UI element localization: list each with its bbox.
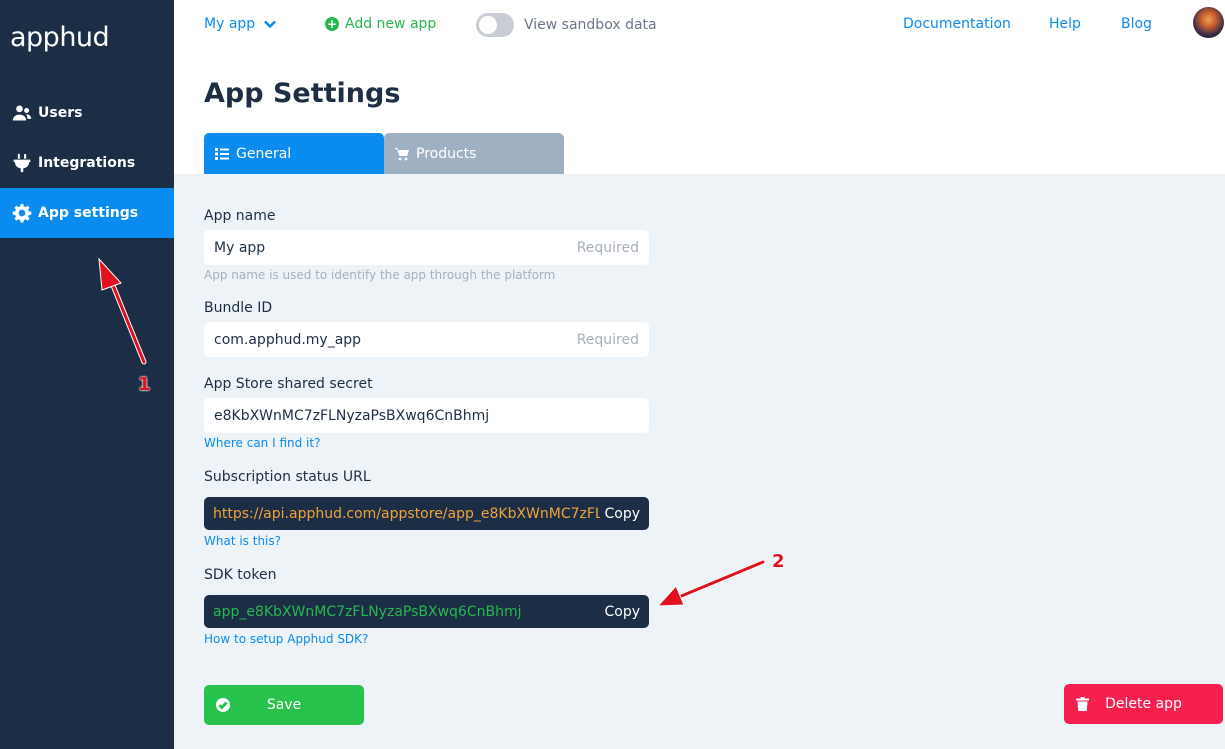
delete-app-button[interactable]: Delete app [1064, 684, 1223, 724]
sidebar-item-label: Users [38, 105, 83, 121]
shared-secret-field[interactable]: e8KbXWnMC7zFLNyzaPsBXwq6CnBhmj [204, 398, 649, 433]
sidebar-item-users[interactable]: Users [0, 88, 174, 138]
app-name-label: App name [204, 208, 276, 224]
shared-secret-label: App Store shared secret [204, 376, 373, 392]
sidebar-item-app-settings[interactable]: App settings [0, 188, 174, 238]
setup-sdk-link[interactable]: How to setup Apphud SDK? [204, 632, 368, 646]
plus-circle-icon: + [325, 17, 339, 31]
page-title: App Settings [204, 78, 401, 109]
what-is-this-link[interactable]: What is this? [204, 534, 281, 548]
tab-label: General [236, 145, 292, 162]
save-label: Save [266, 697, 302, 713]
required-indicator: Required [576, 331, 639, 348]
app-select-label: My app [204, 16, 256, 32]
bundle-id-label: Bundle ID [204, 300, 273, 316]
add-new-app-label: Add new app [345, 16, 437, 32]
apphud-logo[interactable]: apphud [10, 22, 110, 53]
status-url-field: https://api.apphud.com/appstore/app_e8Kb… [204, 497, 649, 530]
required-indicator: Required [576, 239, 639, 256]
blog-link[interactable]: Blog [1121, 16, 1152, 32]
save-button[interactable]: Save [204, 685, 364, 725]
tab-general[interactable]: General [204, 133, 384, 174]
add-new-app-button[interactable]: + Add new app [325, 16, 436, 32]
shared-secret-value: e8KbXWnMC7zFLNyzaPsBXwq6CnBhmj [214, 407, 490, 424]
documentation-link[interactable]: Documentation [903, 16, 1011, 32]
sidebar-item-label: Integrations [38, 155, 136, 171]
toggle-knob [479, 16, 497, 34]
sdk-token-field: app_e8KbXWnMC7zFLNyzaPsBXwq6CnBhmj Copy [204, 595, 649, 628]
gear-icon [11, 202, 33, 224]
bundle-id-value: com.apphud.my_app [214, 331, 362, 348]
sdk-token-value[interactable]: app_e8KbXWnMC7zFLNyzaPsBXwq6CnBhmj [213, 604, 600, 620]
cart-icon [395, 147, 409, 160]
annotation-number-1: 1 [138, 374, 151, 395]
app-select-dropdown[interactable]: My app [204, 16, 277, 32]
annotation-number-2: 2 [772, 551, 785, 572]
sandbox-toggle[interactable] [476, 13, 514, 37]
status-url-label: Subscription status URL [204, 469, 371, 485]
sidebar-item-label: App settings [38, 205, 139, 221]
copy-token-button[interactable]: Copy [600, 603, 649, 620]
tab-products[interactable]: Products [384, 133, 564, 174]
trash-icon [1076, 697, 1089, 711]
sidebar-item-integrations[interactable]: Integrations [0, 138, 174, 188]
delete-label: Delete app [1105, 696, 1182, 712]
where-find-link[interactable]: Where can I find it? [204, 436, 320, 450]
avatar[interactable] [1193, 7, 1224, 38]
sandbox-toggle-label: View sandbox data [524, 17, 657, 33]
app-name-value: My app [214, 239, 266, 256]
app-name-field[interactable]: My app Required [204, 230, 649, 265]
tab-label: Products [416, 145, 477, 162]
help-link[interactable]: Help [1049, 16, 1081, 32]
copy-url-button[interactable]: Copy [600, 505, 649, 522]
status-url-value[interactable]: https://api.apphud.com/appstore/app_e8Kb… [213, 506, 600, 522]
plug-icon [11, 152, 33, 174]
app-name-hint: App name is used to identify the app thr… [204, 268, 556, 282]
users-icon [11, 102, 33, 124]
list-icon [215, 147, 229, 160]
topbar: My app + Add new app View sandbox data D… [174, 0, 1225, 52]
bundle-id-field[interactable]: com.apphud.my_app Required [204, 322, 649, 357]
check-circle-icon [216, 698, 230, 712]
chevron-down-icon [264, 20, 277, 29]
sdk-token-label: SDK token [204, 567, 277, 583]
